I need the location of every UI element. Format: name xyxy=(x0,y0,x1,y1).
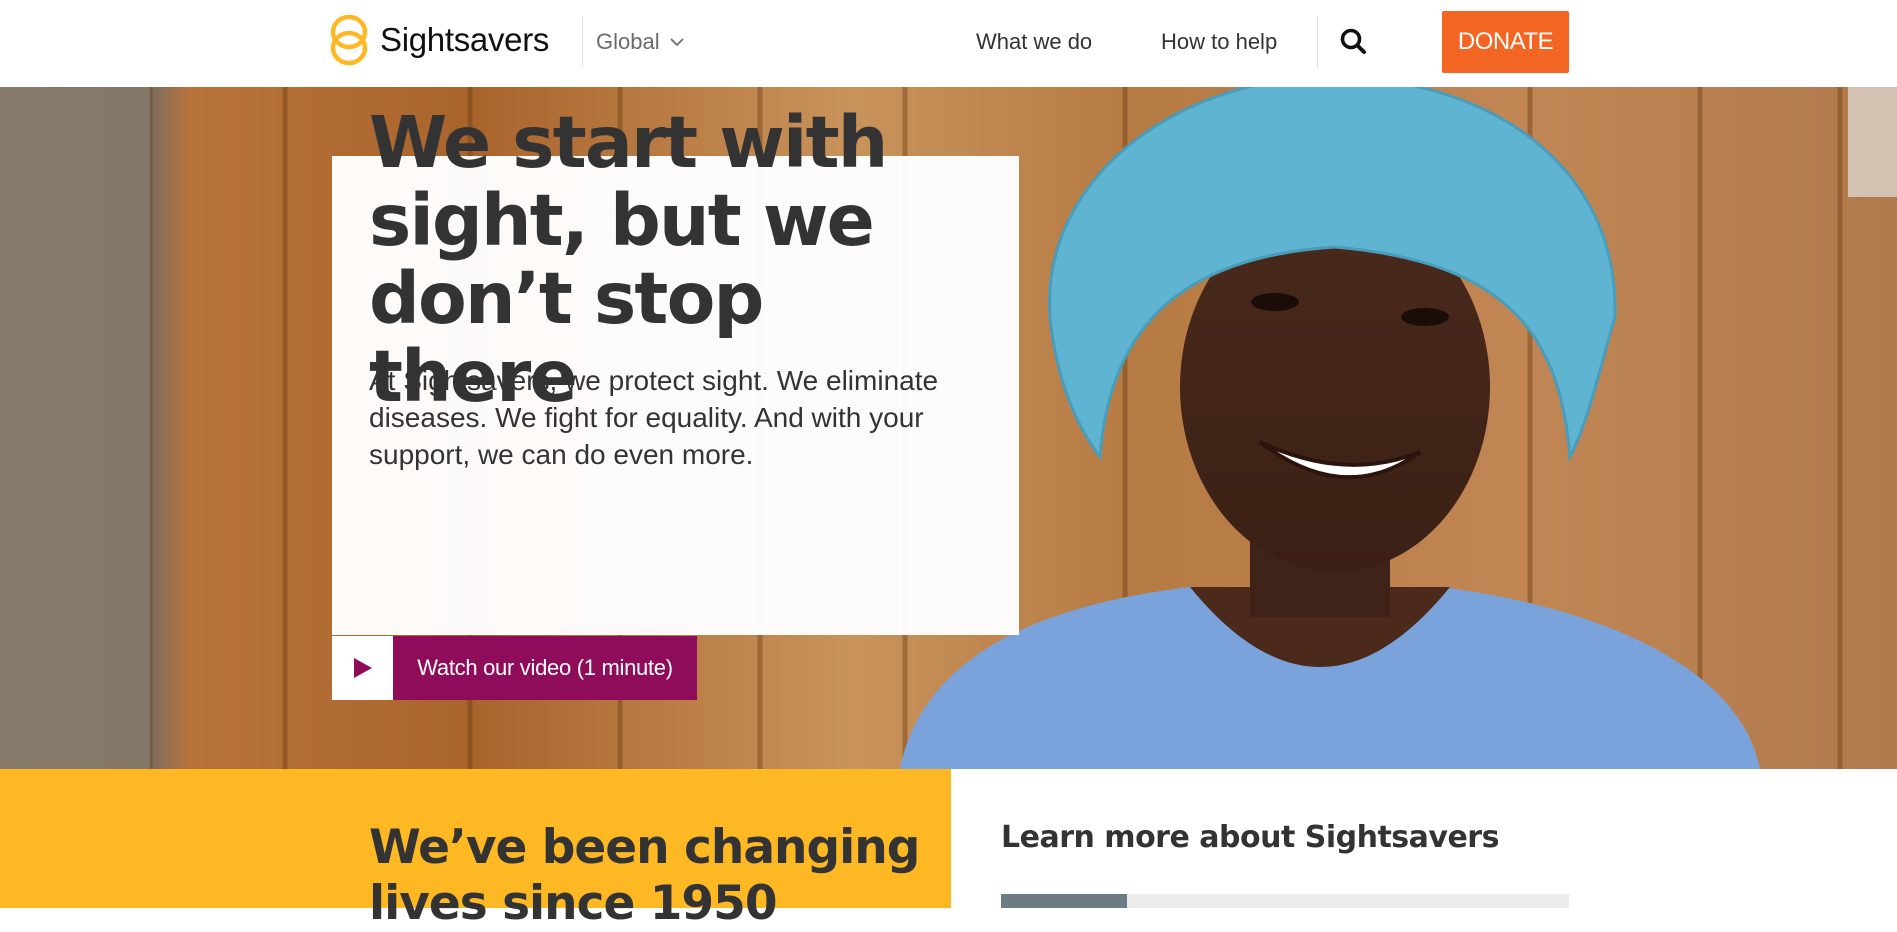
watch-video-button[interactable]: Watch our video (1 minute) xyxy=(393,636,697,700)
nav-how-to-help[interactable]: How to help xyxy=(1161,22,1277,62)
region-label: Global xyxy=(596,29,660,54)
sightsavers-logo[interactable]: Sightsavers xyxy=(330,10,549,70)
site-header: Sightsavers Global What we do How to hel… xyxy=(0,0,1897,87)
nav-what-we-do[interactable]: What we do xyxy=(976,22,1092,62)
search-icon xyxy=(1340,28,1366,54)
learn-more-heading: Learn more about Sightsavers xyxy=(1001,820,1499,855)
header-divider xyxy=(1317,16,1318,68)
play-icon xyxy=(353,658,372,678)
donate-button[interactable]: DONATE xyxy=(1442,11,1569,73)
logo-text: Sightsavers xyxy=(380,21,550,58)
chevron-down-icon xyxy=(669,37,684,46)
hero-description: At Sightsavers, we protect sight. We eli… xyxy=(369,365,939,470)
region-selector[interactable]: Global xyxy=(596,22,684,62)
search-button[interactable] xyxy=(1338,26,1370,58)
card-thumbnail xyxy=(1001,894,1127,908)
header-divider xyxy=(582,16,583,68)
sightsavers-logo-icon xyxy=(330,14,368,66)
history-heading: We’ve been changing lives since 1950 xyxy=(369,820,920,931)
learn-more-card[interactable] xyxy=(1001,894,1569,908)
video-play-button[interactable] xyxy=(332,636,393,700)
